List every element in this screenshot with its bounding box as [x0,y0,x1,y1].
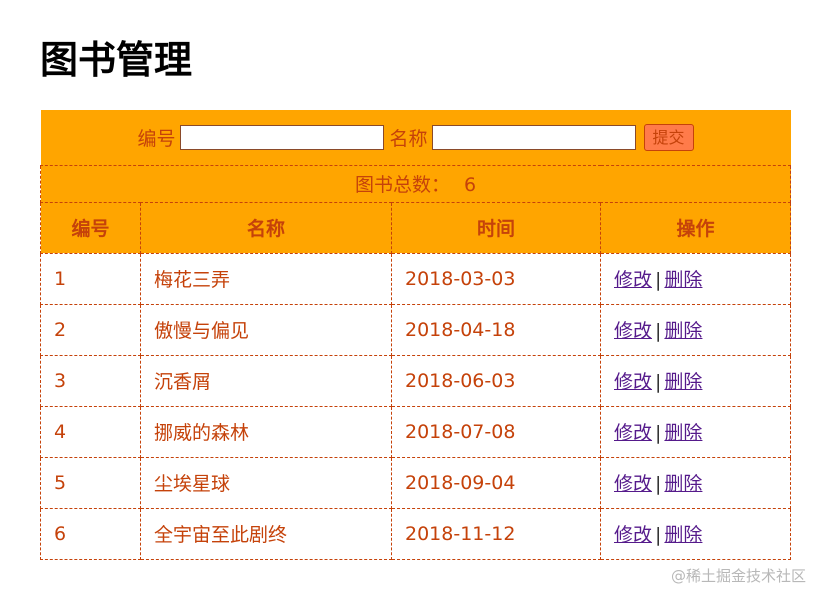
edit-link[interactable]: 修改 [614,473,652,495]
delete-link[interactable]: 删除 [664,320,702,342]
edit-link[interactable]: 修改 [614,320,652,342]
id-field-label: 编号 [137,127,176,150]
watermark: @稀土掘金技术社区 [670,567,806,585]
table-header-row: 编号 名称 时间 操作 [40,201,792,254]
cell-actions: 修改 | 删除 [599,405,792,458]
cell-name: 梅花三弄 [140,252,392,305]
delete-link[interactable]: 删除 [664,269,702,291]
cell-id: 5 [40,456,141,509]
cell-name: 尘埃星球 [140,456,392,509]
cell-date: 2018-04-18 [391,303,601,356]
edit-link[interactable]: 修改 [614,269,652,291]
edit-link[interactable]: 修改 [614,422,652,444]
book-count-row: 图书总数： 6 [39,164,792,203]
cell-date: 2018-06-03 [391,354,601,407]
cell-actions: 修改 | 删除 [599,507,792,560]
header-id: 编号 [40,201,141,254]
delete-link[interactable]: 删除 [664,422,702,444]
table-row: 6 全宇宙至此剧终 2018-11-12 修改 | 删除 [40,507,792,560]
add-book-form: 编号 名称 提交 [40,110,791,166]
edit-link[interactable]: 修改 [614,524,652,546]
add-book-form-cell: 编号 名称 提交 [40,110,791,166]
delete-link[interactable]: 删除 [664,371,702,393]
action-separator: | [655,524,662,546]
id-input[interactable] [179,124,384,150]
table-row: 5 尘埃星球 2018-09-04 修改 | 删除 [40,456,792,509]
cell-actions: 修改 | 删除 [599,456,792,509]
cell-date: 2018-07-08 [391,405,601,458]
cell-date: 2018-09-04 [391,456,601,509]
table-row: 2 傲慢与偏见 2018-04-18 修改 | 删除 [40,303,792,356]
cell-id: 1 [40,252,141,305]
cell-actions: 修改 | 删除 [599,252,792,305]
cell-date: 2018-11-12 [391,507,601,560]
delete-link[interactable]: 删除 [664,524,702,546]
cell-name: 沉香屑 [140,354,392,407]
cell-date: 2018-03-03 [391,252,601,305]
page-title: 图书管理 [40,38,193,82]
name-field-label: 名称 [389,127,428,150]
book-count-label: 图书总数： [354,174,450,196]
cell-id: 3 [40,354,141,407]
cell-id: 6 [40,507,141,560]
book-count-cell: 图书总数： 6 [39,164,792,203]
header-actions: 操作 [599,201,792,254]
delete-link[interactable]: 删除 [664,473,702,495]
cell-name: 全宇宙至此剧终 [140,507,392,560]
cell-id: 4 [40,405,141,458]
cell-actions: 修改 | 删除 [599,303,792,356]
table-row: 4 挪威的森林 2018-07-08 修改 | 删除 [40,405,792,458]
book-count-value: 6 [463,174,477,196]
cell-actions: 修改 | 删除 [599,354,792,407]
table-row: 1 梅花三弄 2018-03-03 修改 | 删除 [40,252,792,305]
action-separator: | [655,371,662,393]
action-separator: | [655,473,662,495]
cell-name: 傲慢与偏见 [140,303,392,356]
name-input[interactable] [431,124,636,150]
page: 图书管理 编号 名称 提交 图书总数： 6 编号 名称 时间 操作 1 梅花三弄… [0,0,822,602]
header-name: 名称 [140,201,392,254]
header-time: 时间 [391,201,601,254]
submit-button[interactable]: 提交 [643,123,694,151]
cell-name: 挪威的森林 [140,405,392,458]
cell-id: 2 [40,303,141,356]
table-row: 3 沉香屑 2018-06-03 修改 | 删除 [40,354,792,407]
action-separator: | [655,269,662,291]
books-table: 编号 名称 提交 图书总数： 6 编号 名称 时间 操作 1 梅花三弄 2018-03… [39,110,792,560]
edit-link[interactable]: 修改 [614,371,652,393]
action-separator: | [655,422,662,444]
action-separator: | [655,320,662,342]
